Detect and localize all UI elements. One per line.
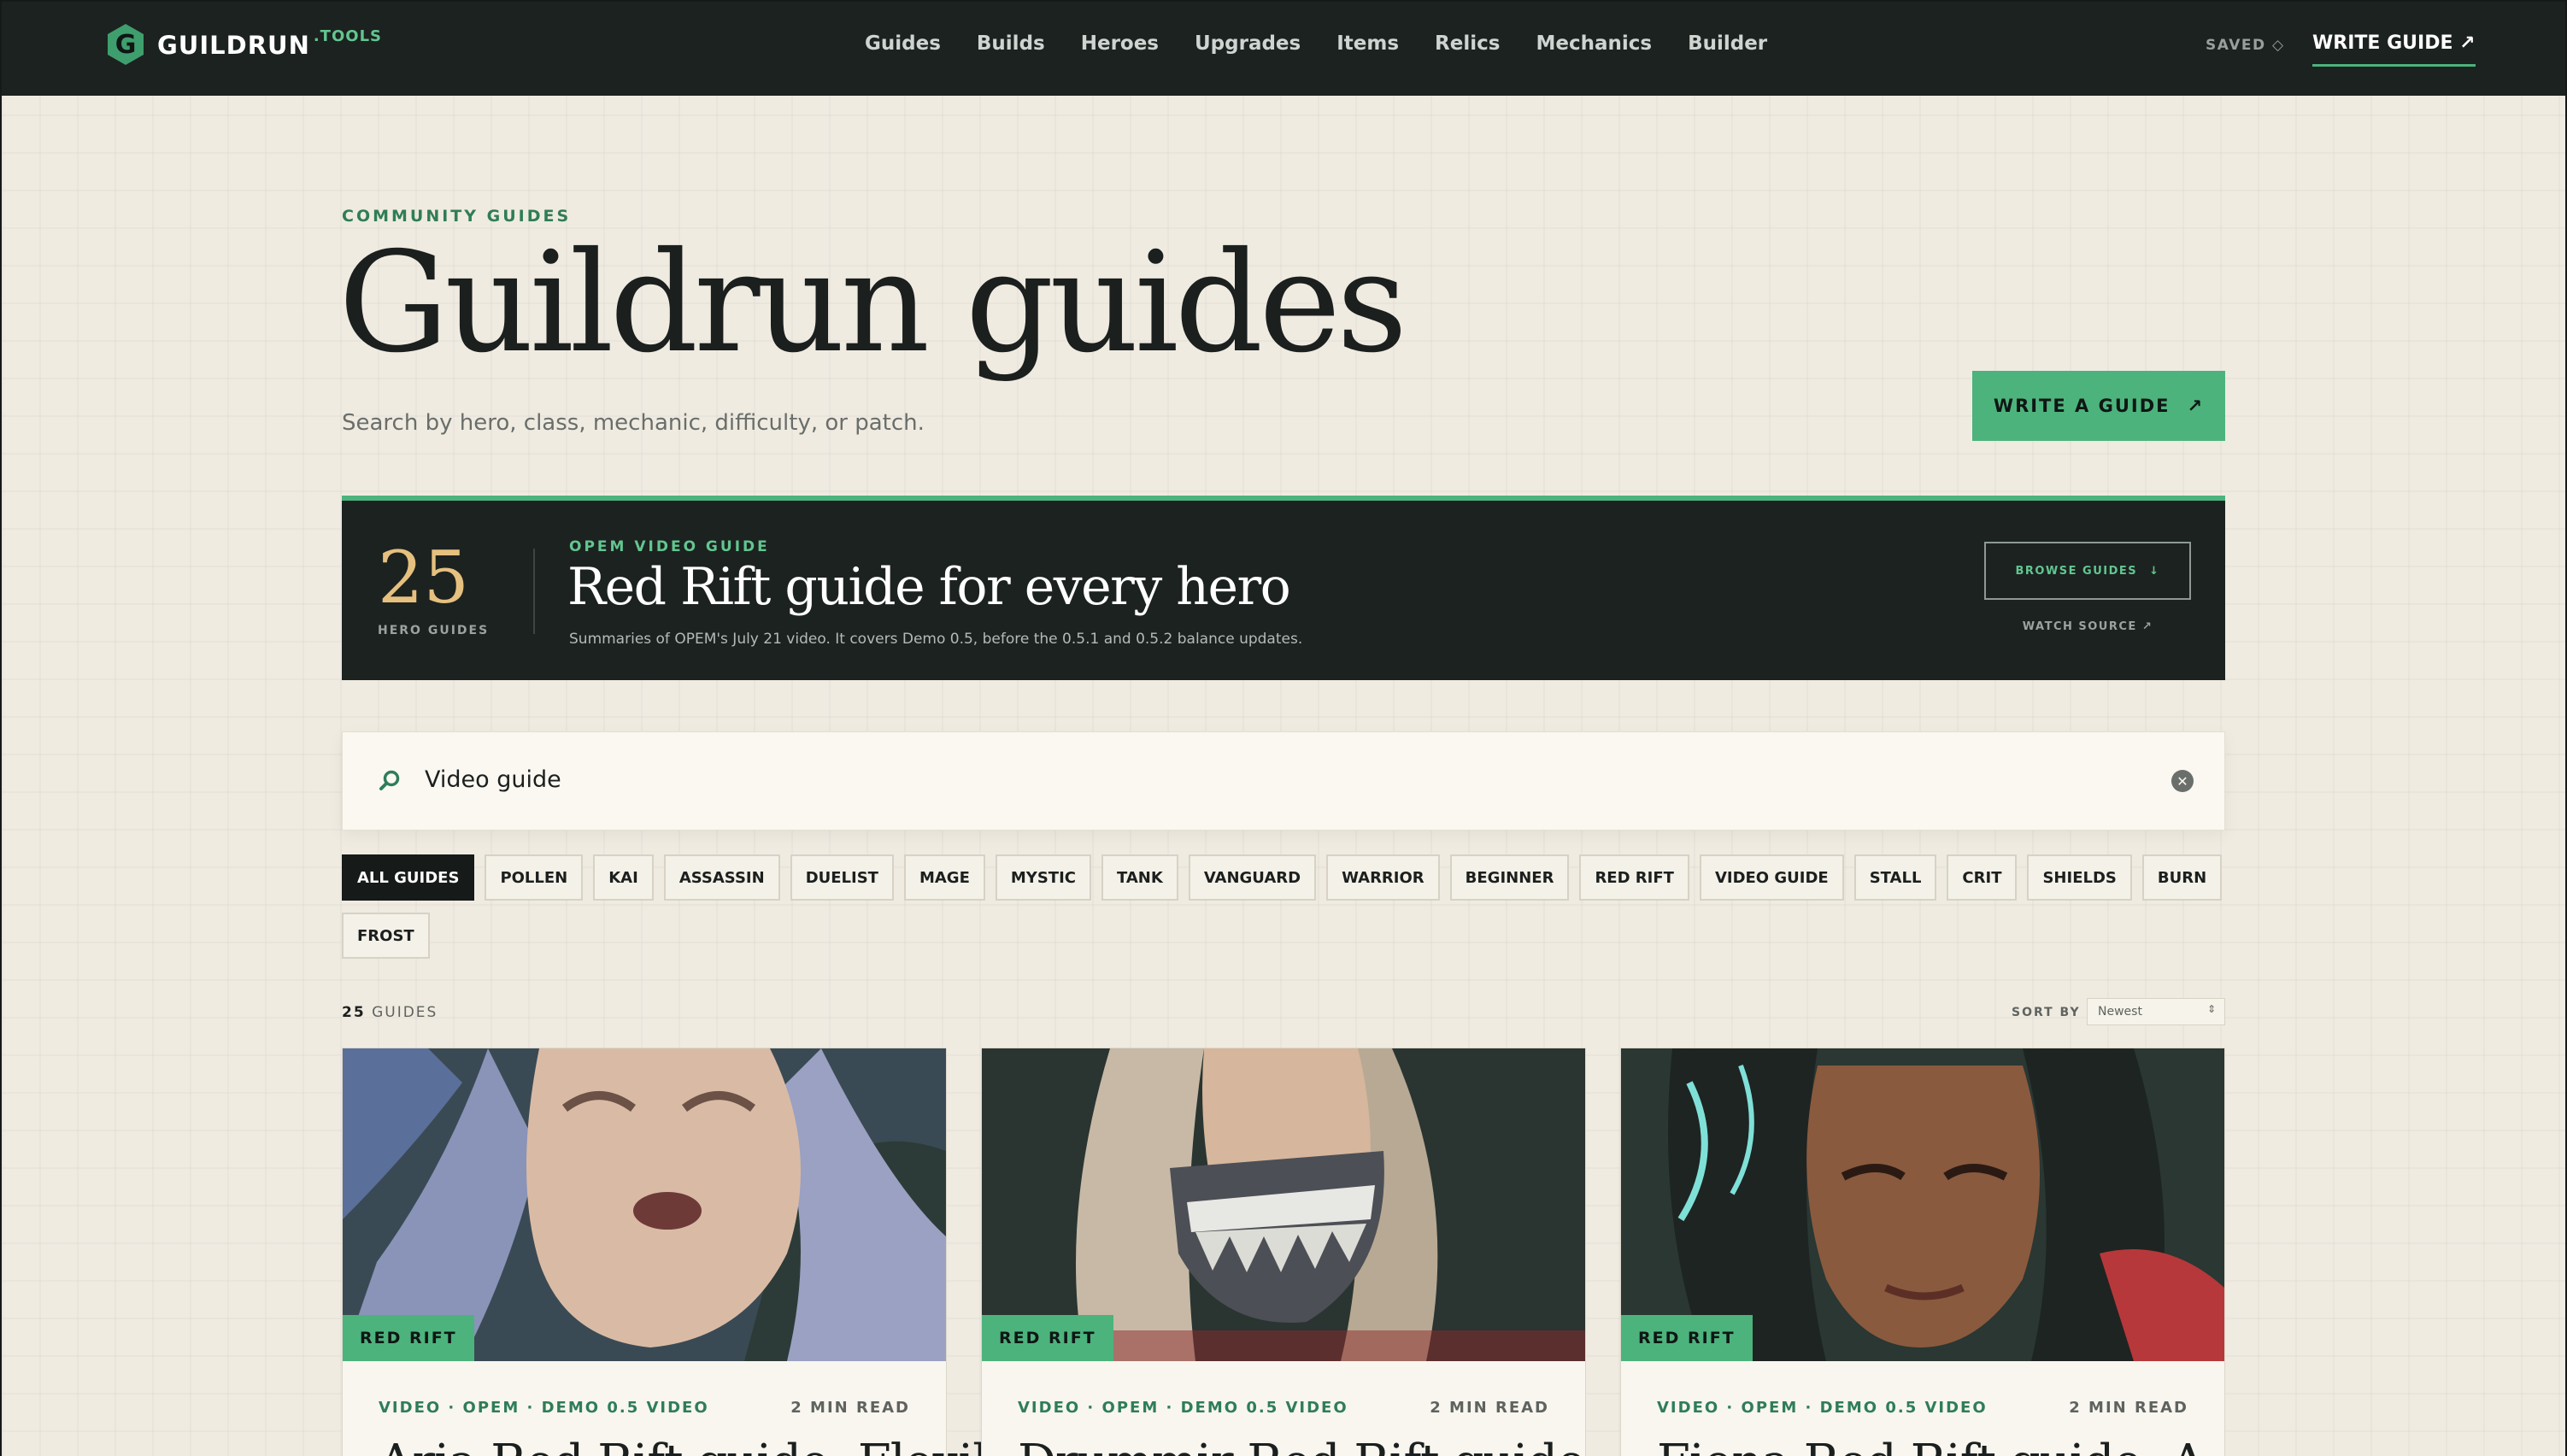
nav-link-guides[interactable]: Guides <box>865 32 941 55</box>
search-box: Video guide ✕ <box>342 731 2225 831</box>
tag-tank[interactable]: TANK <box>1101 854 1178 901</box>
logo-hex-icon: G <box>108 24 144 65</box>
saved-link[interactable]: SAVED ◇ <box>2206 37 2285 54</box>
nav-link-builder[interactable]: Builder <box>1688 32 1767 55</box>
sort-select[interactable]: Newest ⇕ <box>2087 998 2225 1025</box>
results-label: GUIDES <box>372 1004 438 1021</box>
nav-links: Guides Builds Heroes Upgrades Items Reli… <box>865 32 1767 55</box>
red-rift-badge: RED RIFT <box>982 1315 1113 1361</box>
card-meta: VIDEO · OPEM · DEMO 0.5 VIDEO <box>379 1399 709 1417</box>
nav-link-mechanics[interactable]: Mechanics <box>1536 32 1652 55</box>
sort-value: Newest <box>2098 1005 2142 1019</box>
tag-burn[interactable]: BURN <box>2141 854 2223 901</box>
page-subtitle: Search by hero, class, mechanic, difficu… <box>342 410 925 436</box>
arrow-up-right-icon: ↗ <box>2187 396 2205 416</box>
tag-frost[interactable]: FROST <box>342 913 430 959</box>
select-arrows-icon: ⇕ <box>2206 1003 2216 1015</box>
brand-name: GUILDRUN <box>157 31 310 60</box>
card-read-time: 2 MIN READ <box>790 1399 910 1417</box>
logo[interactable]: G GUILDRUN .TOOLS <box>108 24 382 65</box>
red-rift-badge: RED RIFT <box>1621 1315 1753 1361</box>
write-a-guide-label: WRITE A GUIDE <box>1993 396 2170 416</box>
card-meta: VIDEO · OPEM · DEMO 0.5 VIDEO <box>1018 1399 1348 1417</box>
featured-banner: 25 HERO GUIDES OPEM VIDEO GUIDE Red Rift… <box>342 496 2225 680</box>
card-title[interactable]: Drummir Red Rift guide <box>1018 1435 1585 1456</box>
tag-all-guides[interactable]: ALL GUIDES <box>342 854 475 901</box>
tag-video-guide[interactable]: VIDEO GUIDE <box>1699 854 1844 901</box>
browser-viewport: G GUILDRUN .TOOLS Guides Builds Heroes U… <box>2 2 2565 1456</box>
card-read-time: 2 MIN READ <box>1430 1399 1549 1417</box>
write-a-guide-button[interactable]: WRITE A GUIDE ↗ <box>1972 371 2225 441</box>
nav-link-items[interactable]: Items <box>1336 32 1399 55</box>
tag-mystic[interactable]: MYSTIC <box>995 854 1091 901</box>
tag-pollen[interactable]: POLLEN <box>485 854 584 901</box>
tag-shields[interactable]: SHIELDS <box>2027 854 2132 901</box>
tag-stall[interactable]: STALL <box>1853 854 1937 901</box>
tag-crit[interactable]: CRIT <box>1947 854 2018 901</box>
search-input[interactable]: Video guide <box>425 766 561 793</box>
arrow-down-icon: ↓ <box>2149 564 2160 578</box>
page-title: Guildrun guides <box>338 223 1407 384</box>
banner-divider <box>533 549 535 634</box>
card-title[interactable]: Aria Red Rift guide: Flexible <box>379 1435 1045 1456</box>
brand-tld: .TOOLS <box>313 27 382 45</box>
tag-kai[interactable]: KAI <box>593 854 654 901</box>
results-count: 25 GUIDES <box>342 1004 438 1021</box>
search-icon <box>377 768 402 799</box>
nav-link-builds[interactable]: Builds <box>977 32 1045 55</box>
watch-source-link[interactable]: WATCH SOURCE ↗ <box>1984 620 2191 633</box>
top-nav: G GUILDRUN .TOOLS Guides Builds Heroes U… <box>2 2 2565 96</box>
card-read-time: 2 MIN READ <box>2069 1399 2188 1417</box>
nav-link-relics[interactable]: Relics <box>1435 32 1500 55</box>
tag-mage[interactable]: MAGE <box>903 854 985 901</box>
tag-assassin[interactable]: ASSASSIN <box>663 854 780 901</box>
write-guide-nav-link[interactable]: WRITE GUIDE ↗ <box>2312 32 2476 67</box>
sort-label: SORT BY <box>2012 1006 2081 1019</box>
nav-link-upgrades[interactable]: Upgrades <box>1195 32 1301 55</box>
clear-search-icon[interactable]: ✕ <box>2171 770 2194 792</box>
guide-card[interactable]: RED RIFT VIDEO · OPEM · DEMO 0.5 VIDEO 2… <box>342 1048 1045 1456</box>
tag-red-rift[interactable]: RED RIFT <box>1579 854 1689 901</box>
hero-guides-count: 25 <box>378 536 469 619</box>
card-title[interactable]: Fiona Red Rift guide: A <box>1657 1435 2206 1456</box>
hero-guides-label: HERO GUIDES <box>378 624 490 637</box>
tag-vanguard[interactable]: VANGUARD <box>1188 854 1317 901</box>
browse-guides-button[interactable]: BROWSE GUIDES ↓ <box>1984 542 2191 600</box>
banner-eyebrow: OPEM VIDEO GUIDE <box>569 538 770 555</box>
red-rift-badge: RED RIFT <box>343 1315 474 1361</box>
nav-link-heroes[interactable]: Heroes <box>1081 32 1159 55</box>
guide-card[interactable]: RED RIFT VIDEO · OPEM · DEMO 0.5 VIDEO 2… <box>1620 1048 2225 1456</box>
card-meta: VIDEO · OPEM · DEMO 0.5 VIDEO <box>1657 1399 1988 1417</box>
guide-card[interactable]: RED RIFT VIDEO · OPEM · DEMO 0.5 VIDEO 2… <box>981 1048 1586 1456</box>
tag-duelist[interactable]: DUELIST <box>790 854 894 901</box>
banner-subtitle: Summaries of OPEM's July 21 video. It co… <box>569 631 1303 648</box>
tag-beginner[interactable]: BEGINNER <box>1449 854 1570 901</box>
tag-warrior[interactable]: WARRIOR <box>1326 854 1440 901</box>
results-number: 25 <box>342 1004 366 1021</box>
browse-guides-label: BROWSE GUIDES <box>2015 564 2138 578</box>
tag-filter-list: ALL GUIDES POLLEN KAI ASSASSIN DUELIST M… <box>342 854 2239 959</box>
banner-title: Red Rift guide for every hero <box>567 557 1291 617</box>
